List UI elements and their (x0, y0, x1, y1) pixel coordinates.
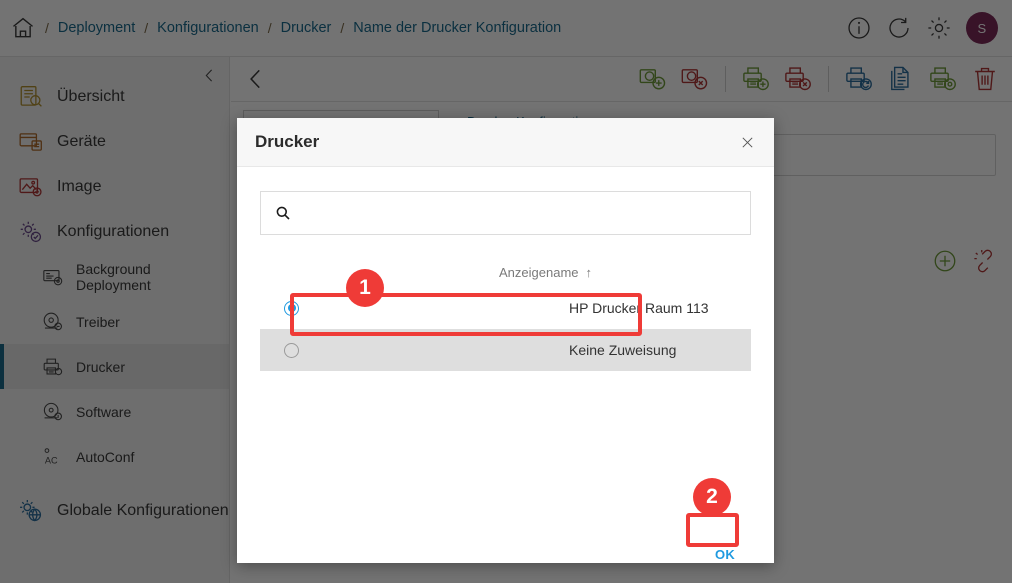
column-header-anzeigename: Anzeigename (499, 264, 579, 280)
search-input[interactable] (301, 205, 736, 221)
sort-ascending-arrow-icon: ↑ (585, 264, 593, 280)
list-item[interactable]: HP Drucker Raum 113 (260, 287, 751, 329)
list-item-label: HP Drucker Raum 113 (569, 300, 709, 316)
search-icon (275, 205, 291, 221)
close-icon[interactable] (734, 129, 760, 155)
radio-button-selected[interactable] (284, 300, 299, 316)
printer-list: HP Drucker Raum 113 Keine Zuweisung (260, 287, 751, 371)
ok-button[interactable]: OK (703, 539, 747, 569)
search-field[interactable] (260, 191, 751, 235)
radio-button[interactable] (284, 342, 299, 358)
dialog-header: Drucker (237, 118, 774, 167)
list-column-header[interactable]: Anzeigename ↑ (237, 257, 774, 287)
list-item[interactable]: Keine Zuweisung (260, 329, 751, 371)
application-window: / Deployment / Konfigurationen / Drucker… (0, 0, 1012, 583)
dialog-title: Drucker (255, 132, 320, 151)
list-item-label: Keine Zuweisung (569, 342, 677, 358)
printer-selection-dialog: Drucker Anzeigename ↑ HP Drucker Raum 11… (237, 118, 774, 563)
dialog-body: Anzeigename ↑ HP Drucker Raum 113 Keine … (237, 191, 774, 583)
